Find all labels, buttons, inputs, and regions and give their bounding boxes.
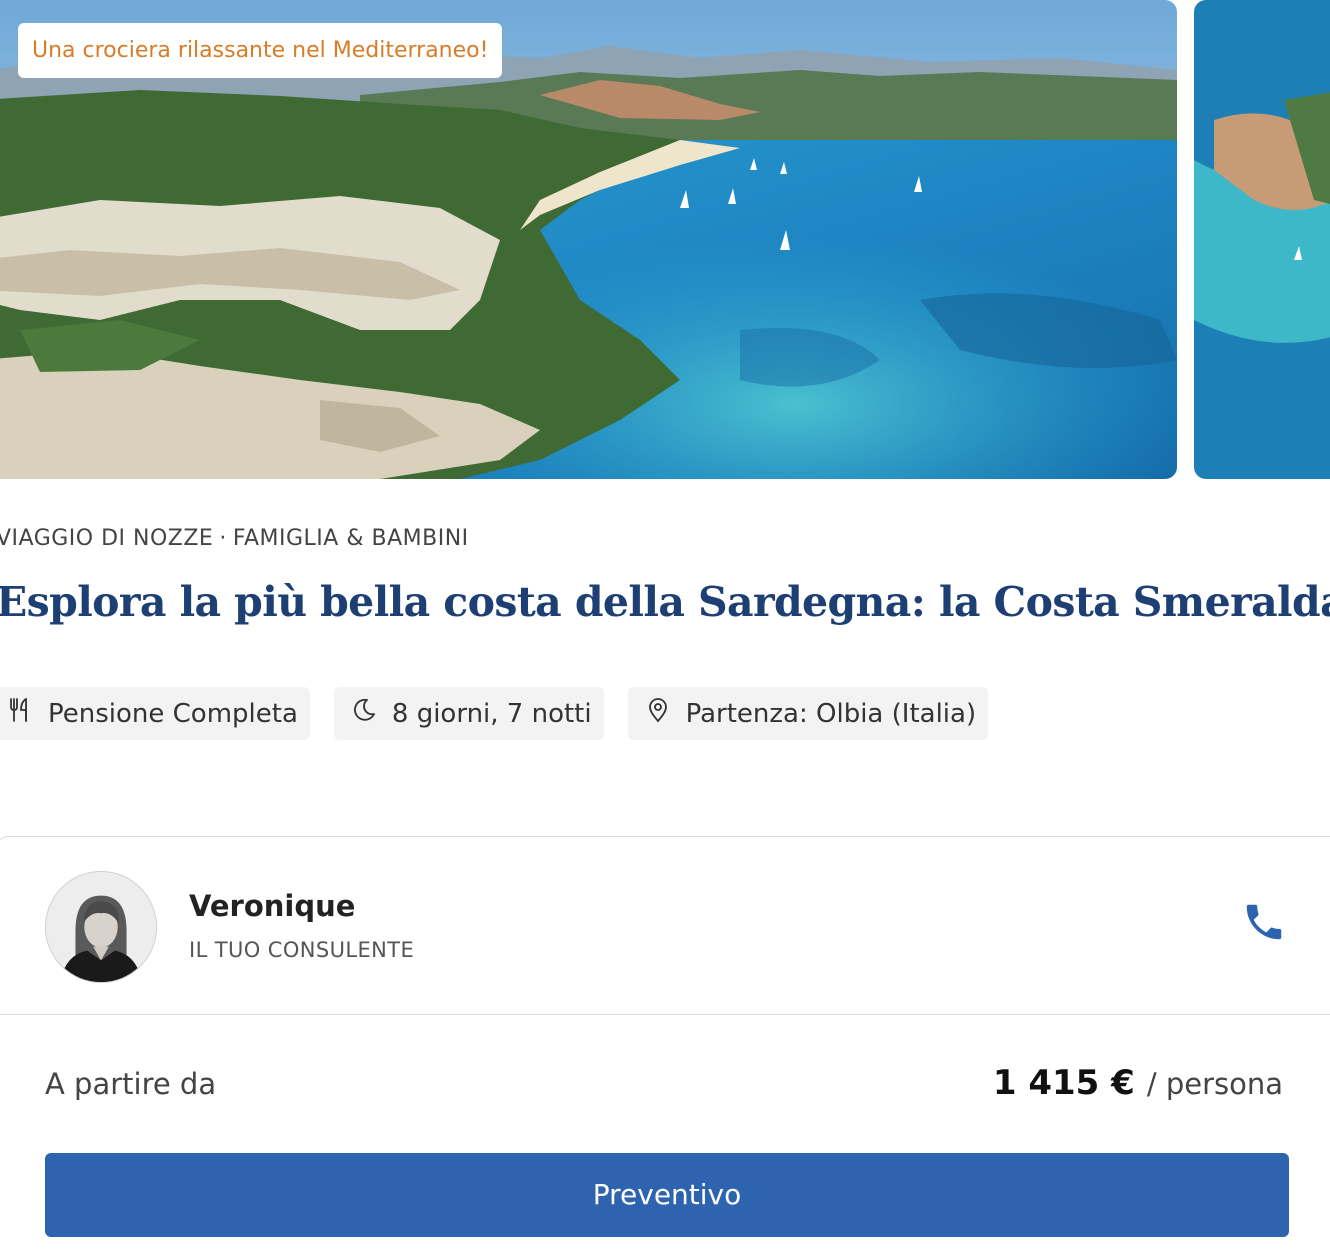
price-value: 1 415 € — [992, 1063, 1135, 1103]
feature-board: Pensione Completa — [0, 687, 310, 740]
feature-label: 8 giorni, 7 notti — [391, 698, 592, 729]
quote-button[interactable]: Preventivo — [45, 1153, 1289, 1237]
call-button[interactable] — [1241, 899, 1289, 947]
booking-card: Veronique IL TUO CONSULENTE A partire da… — [0, 836, 1330, 1250]
gallery-image-next[interactable] — [1194, 0, 1330, 479]
category-tag[interactable]: FAMIGLIA & BAMBINI — [233, 526, 469, 551]
category-separator: · — [219, 526, 227, 551]
feature-label: Pensione Completa — [48, 698, 298, 729]
category-tag[interactable]: VIAGGIO DI NOZZE — [0, 526, 213, 551]
advisor-name: Veronique — [189, 889, 356, 923]
advisor-section: Veronique IL TUO CONSULENTE — [0, 837, 1330, 1015]
feature-departure: Partenza: Olbia (Italia) — [627, 687, 989, 740]
advisor-role: IL TUO CONSULENTE — [189, 938, 415, 962]
price: 1 415 € / persona — [993, 1063, 1283, 1103]
phone-icon — [1241, 904, 1287, 949]
feature-label: Partenza: Olbia (Italia) — [685, 698, 977, 729]
cutlery-icon — [6, 696, 34, 731]
trip-title: Esplora la più bella costa della Sardegn… — [0, 578, 1330, 626]
price-from-label: A partire da — [45, 1067, 217, 1101]
photo-gallery[interactable]: Una crociera rilassante nel Mediterraneo… — [0, 0, 1330, 479]
avatar — [45, 871, 157, 983]
bay-landscape-image — [1194, 0, 1330, 479]
promo-badge: Una crociera rilassante nel Mediterraneo… — [18, 23, 503, 78]
trip-categories: VIAGGIO DI NOZZE · FAMIGLIA & BAMBINI — [0, 526, 469, 551]
price-unit: / persona — [1146, 1067, 1283, 1101]
moon-icon — [350, 696, 378, 731]
feature-duration: 8 giorni, 7 notti — [333, 687, 604, 740]
trip-features: Pensione Completa 8 giorni, 7 notti Part… — [0, 687, 989, 740]
location-pin-icon — [644, 696, 672, 731]
